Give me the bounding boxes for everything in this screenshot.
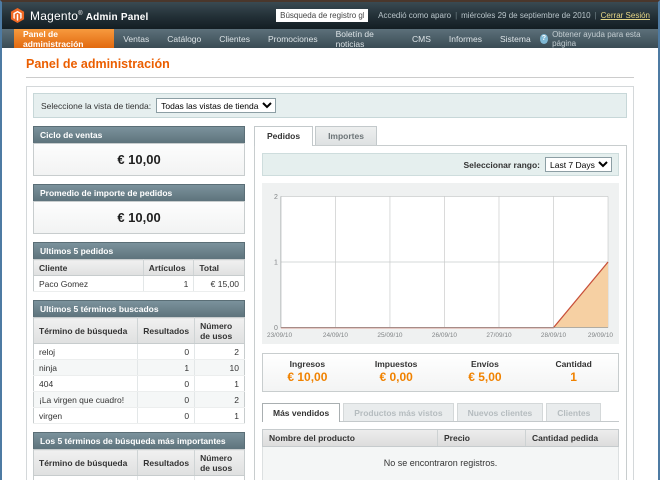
products-table-header: Nombre del producto Precio Cantidad pedi… (262, 429, 619, 447)
nav-cms[interactable]: CMS (403, 29, 440, 48)
stat-quantity: Cantidad 1 (529, 359, 618, 384)
lifetime-sales-box: Ciclo de ventas € 10,00 (33, 126, 245, 176)
stat-shipping: Envíos € 5,00 (441, 359, 530, 384)
title-divider (26, 77, 634, 78)
magento-logo-icon (10, 8, 25, 23)
orders-chart-area: 0 1 2 23/09/10 24/09/10 25/09/10 26/09/10 27/09… (262, 183, 619, 344)
average-orders-value: € 10,00 (33, 201, 245, 234)
svg-text:0: 0 (274, 325, 278, 332)
table-row[interactable]: ninja 1 10 (34, 360, 245, 376)
range-label: Seleccionar rango: (463, 160, 540, 170)
app-title: Magento®Admin Panel (30, 9, 149, 23)
top-search-terms-table: Término de búsqueda Resultados Número de… (33, 449, 245, 480)
nav-dashboard[interactable]: Panel de administración (14, 29, 114, 48)
table-row[interactable]: 404 0 1 (34, 376, 245, 392)
page-content: Panel de administración Seleccione la vi… (2, 48, 658, 480)
nav-newsletter[interactable]: Boletín de noticias (327, 29, 403, 48)
store-view-label: Seleccione la vista de tienda: (41, 101, 151, 111)
left-column: Ciclo de ventas € 10,00 Promedio de impo… (33, 126, 245, 480)
tab-amounts[interactable]: Importes (315, 126, 377, 145)
average-orders-title: Promedio de importe de pedidos (33, 184, 245, 201)
tab-orders[interactable]: Pedidos (254, 126, 313, 146)
tab-customers[interactable]: Clientes (546, 403, 601, 421)
nav-promotions[interactable]: Promociones (259, 29, 327, 48)
last-orders-table: Cliente Artículos Total Paco Gomez 1 € 1… (33, 259, 245, 292)
svg-text:2: 2 (274, 194, 278, 201)
user-info: Accedió como aparo | miércoles 29 de sep… (378, 11, 650, 20)
grids-tabs: Más vendidos Productos más vistos Nuevos… (262, 403, 619, 422)
products-empty-message: No se encontraron registros. (262, 447, 619, 480)
last-search-terms-title: Ultimos 5 términos buscados (33, 300, 245, 317)
right-column: Pedidos Importes Seleccionar rango: Last… (254, 126, 627, 480)
tab-bestsellers[interactable]: Más vendidos (262, 403, 340, 422)
stat-revenue: Ingresos € 10,00 (263, 359, 352, 384)
magento-admin-window: Magento®Admin Panel Accedió como aparo |… (0, 0, 660, 480)
table-row[interactable]: reloj 0 2 (34, 344, 245, 360)
get-help-link[interactable]: ? Obtener ayuda para esta página (540, 29, 648, 48)
tab-most-viewed[interactable]: Productos más vistos (343, 403, 453, 421)
table-row[interactable]: ¡La virgen que cuadro! 0 2 (34, 392, 245, 408)
nav-customers[interactable]: Clientes (210, 29, 259, 48)
svg-text:25/09/10: 25/09/10 (377, 332, 403, 339)
orders-panel: Seleccionar rango: Last 7 Days 0 1 2 23/09/… (254, 145, 627, 480)
table-row[interactable]: Paco Gomez 1 € 15,00 (34, 276, 245, 292)
svg-text:24/09/10: 24/09/10 (323, 332, 349, 339)
svg-text:26/09/10: 26/09/10 (432, 332, 458, 339)
top-header: Magento®Admin Panel Accedió como aparo |… (2, 2, 658, 29)
stat-tax: Impuestos € 0,00 (352, 359, 441, 384)
logout-link[interactable]: Cerrar Sesión (601, 11, 650, 20)
magento-logo: Magento®Admin Panel (10, 8, 149, 23)
svg-text:23/09/10: 23/09/10 (267, 332, 293, 339)
nav-catalog[interactable]: Catálogo (158, 29, 210, 48)
table-row[interactable]: ninja 1 10 (34, 476, 245, 480)
svg-text:27/09/10: 27/09/10 (486, 332, 512, 339)
range-select[interactable]: Last 7 Days (545, 157, 612, 172)
totals-row: Ingresos € 10,00 Impuestos € 0,00 Envíos… (262, 353, 619, 392)
lifetime-sales-title: Ciclo de ventas (33, 126, 245, 143)
tab-new-customers[interactable]: Nuevos clientes (457, 403, 544, 421)
global-search-input[interactable] (276, 9, 368, 22)
nav-reports[interactable]: Informes (440, 29, 491, 48)
help-globe-icon: ? (540, 34, 548, 44)
top-search-terms-title: Los 5 términos de búsqueda más important… (33, 432, 245, 449)
page-title: Panel de administración (26, 57, 634, 71)
nav-sales[interactable]: Ventas (114, 29, 158, 48)
last-search-terms-table: Término de búsqueda Resultados Número de… (33, 317, 245, 424)
logged-in-as: Accedió como aparo (378, 11, 451, 20)
last-orders-box: Ultimos 5 pedidos Cliente Artículos Tota… (33, 242, 245, 292)
last-search-terms-box: Ultimos 5 términos buscados Término de b… (33, 300, 245, 424)
dashboard-container: Seleccione la vista de tienda: Todas las… (26, 86, 634, 480)
average-orders-box: Promedio de importe de pedidos € 10,00 (33, 184, 245, 234)
current-date: miércoles 29 de septiembre de 2010 (461, 11, 590, 20)
range-bar: Seleccionar rango: Last 7 Days (262, 153, 619, 176)
last-orders-title: Ultimos 5 pedidos (33, 242, 245, 259)
svg-text:1: 1 (274, 260, 278, 267)
store-view-switcher: Seleccione la vista de tienda: Todas las… (33, 93, 627, 118)
svg-text:28/09/10: 28/09/10 (541, 332, 567, 339)
svg-text:29/09/10: 29/09/10 (588, 332, 613, 339)
orders-chart: 0 1 2 23/09/10 24/09/10 25/09/10 26/09/10 27/09… (265, 190, 613, 342)
nav-system[interactable]: Sistema (491, 29, 540, 48)
diagram-tabs: Pedidos Importes (254, 126, 627, 145)
top-search-terms-box: Los 5 términos de búsqueda más important… (33, 432, 245, 480)
lifetime-sales-value: € 10,00 (33, 143, 245, 176)
store-view-select[interactable]: Todas las vistas de tienda (156, 98, 276, 113)
main-nav: Panel de administración Ventas Catálogo … (2, 29, 658, 48)
table-row[interactable]: virgen 0 1 (34, 408, 245, 424)
